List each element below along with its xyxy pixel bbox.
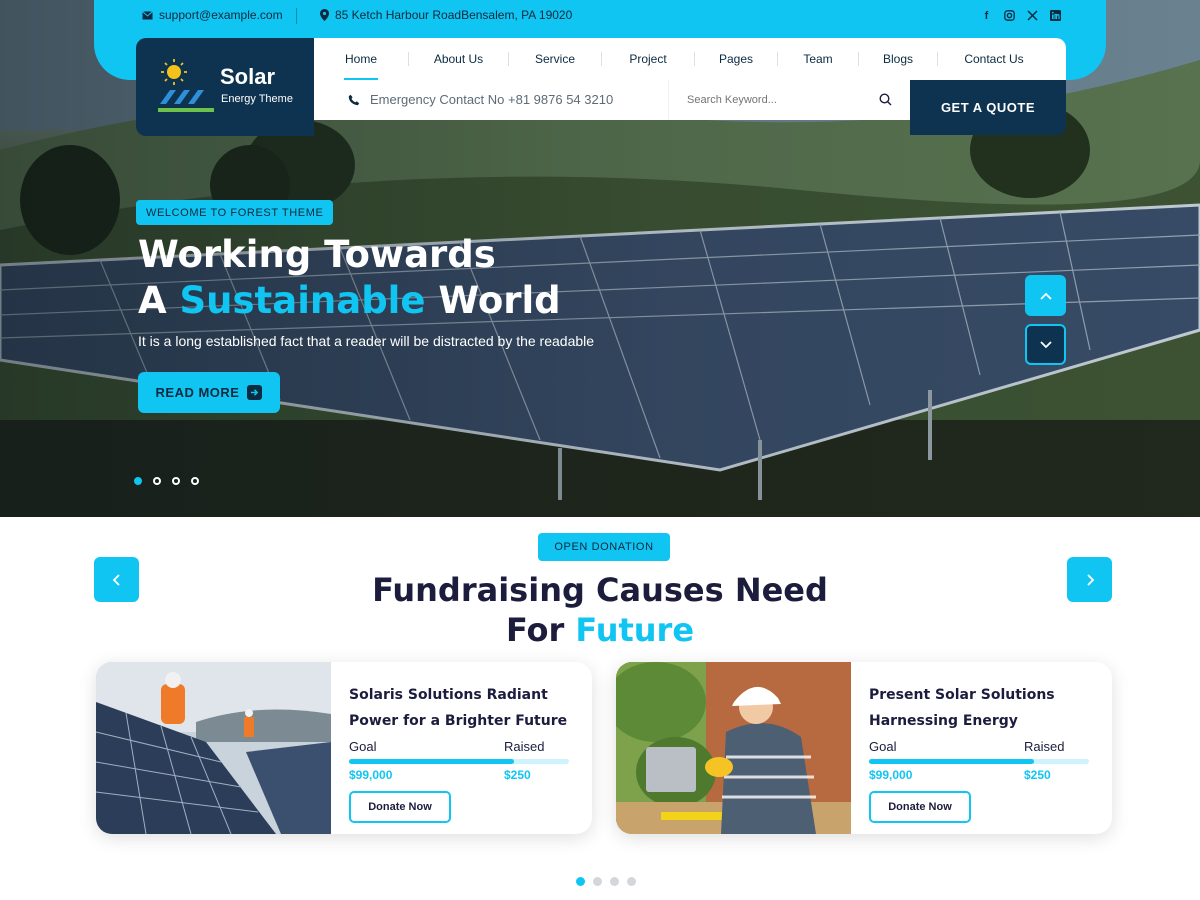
location-pin-icon (320, 9, 329, 21)
section-title: Fundraising Causes Need For Future (300, 570, 900, 650)
logo-title: Solar (220, 64, 276, 89)
raised-value: $250 (1024, 768, 1051, 782)
section-title-pre: For (505, 611, 576, 649)
nav-item-contact-us[interactable]: Contact Us (938, 38, 1050, 80)
search-icon[interactable] (879, 93, 892, 106)
hero-title-accent: Sustainable (179, 279, 426, 322)
nav-item-pages[interactable]: Pages (695, 38, 777, 80)
page: WELCOME TO FOREST THEME Working Towards … (0, 0, 1200, 900)
chevron-up-icon (1039, 292, 1052, 300)
donate-now-button[interactable]: Donate Now (869, 791, 971, 823)
carousel-dot-4[interactable] (627, 877, 636, 886)
topbar-email[interactable]: support@example.com (142, 8, 283, 22)
topbar-divider (296, 8, 297, 24)
section-title-line1: Fundraising Causes Need (372, 571, 828, 609)
nav-item-home[interactable]: Home (314, 38, 408, 80)
chevron-left-icon (112, 573, 120, 586)
carousel-dot-2[interactable] (593, 877, 602, 886)
goal-value: $99,000 (869, 768, 913, 782)
hero-slide-dots (134, 477, 199, 485)
slide-dot-4[interactable] (191, 477, 199, 485)
nav-item-project[interactable]: Project (602, 38, 694, 80)
slide-dot-1[interactable] (134, 477, 142, 485)
slider-prev-button[interactable] (1025, 275, 1066, 316)
causes-next-button[interactable] (1067, 557, 1112, 602)
mail-icon (142, 10, 153, 19)
emergency-text: Emergency Contact No +81 9876 54 3210 (370, 92, 614, 107)
header-subbar: Emergency Contact No +81 9876 54 3210 (314, 80, 910, 120)
nav-item-team[interactable]: Team (778, 38, 858, 80)
cause-card: Solaris Solutions Radiant Power for a Br… (96, 662, 592, 834)
social-links: f (980, 9, 1062, 22)
cause-title[interactable]: Solaris Solutions Radiant Power for a Br… (349, 682, 579, 734)
solar-panel-logo-icon (158, 59, 214, 112)
email-text: support@example.com (159, 8, 283, 22)
hero-badge: WELCOME TO FOREST THEME (136, 200, 334, 225)
section-title-line2: For Future (300, 610, 900, 650)
read-more-label: READ MORE (155, 385, 240, 400)
search-input[interactable] (687, 91, 867, 109)
donation-progress-bar (869, 759, 1089, 764)
goal-label: Goal (349, 739, 377, 754)
raised-label: Raised (504, 739, 545, 754)
instagram-icon[interactable] (1003, 9, 1016, 22)
hero-title-pre: A (138, 279, 180, 322)
emergency-contact[interactable]: Emergency Contact No +81 9876 54 3210 (348, 92, 613, 107)
carousel-dot-1[interactable] (576, 877, 585, 886)
address-text: 85 Ketch Harbour RoadBensalem, PA 19020 (335, 8, 573, 22)
goal-value: $99,000 (349, 768, 393, 782)
causes-prev-button[interactable] (94, 557, 139, 602)
phone-icon (348, 94, 360, 105)
slide-dot-3[interactable] (172, 477, 180, 485)
slider-next-button[interactable] (1025, 324, 1066, 365)
arrow-right-icon (247, 385, 263, 400)
nav-item-service[interactable]: Service (509, 38, 601, 80)
nav-item-about-us[interactable]: About Us (409, 38, 508, 80)
donation-progress-bar (349, 759, 569, 764)
hero-title: Working Towards A Sustainable World (138, 232, 561, 324)
hero-description: It is a long established fact that a rea… (138, 333, 595, 349)
chevron-down-icon (1039, 340, 1052, 348)
x-icon[interactable] (1026, 9, 1039, 22)
cause-image-engineer-laptop (616, 662, 851, 834)
donation-progress-fill (869, 759, 1034, 764)
raised-value: $250 (504, 768, 531, 782)
cause-title[interactable]: Present Solar Solutions Harnessing Energ… (869, 682, 1099, 734)
section-badge: OPEN DONATION (538, 533, 670, 561)
main-nav: Home About Us Service Project Pages Team… (314, 38, 1066, 80)
nav-item-blogs[interactable]: Blogs (859, 38, 937, 80)
causes-carousel-dots (576, 877, 636, 886)
carousel-dot-3[interactable] (610, 877, 619, 886)
chevron-right-icon (1086, 573, 1094, 586)
topbar-address: 85 Ketch Harbour RoadBensalem, PA 19020 (320, 8, 572, 22)
facebook-icon[interactable]: f (980, 9, 993, 22)
donate-now-button[interactable]: Donate Now (349, 791, 451, 823)
logo-subtitle: Energy Theme (221, 93, 293, 105)
hero-title-line2: A Sustainable World (138, 278, 561, 324)
read-more-button[interactable]: READ MORE (138, 372, 280, 413)
site-logo[interactable]: Solar Energy Theme (136, 38, 314, 136)
section-title-accent: Future (575, 611, 695, 649)
hero-title-line1: Working Towards (138, 233, 496, 276)
cause-image-solar-workers (96, 662, 331, 834)
donation-progress-fill (349, 759, 514, 764)
slide-dot-2[interactable] (153, 477, 161, 485)
goal-label: Goal (869, 739, 897, 754)
hero-title-post: World (425, 279, 561, 322)
get-a-quote-button[interactable]: GET A QUOTE (910, 80, 1066, 135)
raised-label: Raised (1024, 739, 1065, 754)
cause-card: Present Solar Solutions Harnessing Energ… (616, 662, 1112, 834)
search-box (668, 80, 910, 120)
linkedin-icon[interactable] (1049, 9, 1062, 22)
